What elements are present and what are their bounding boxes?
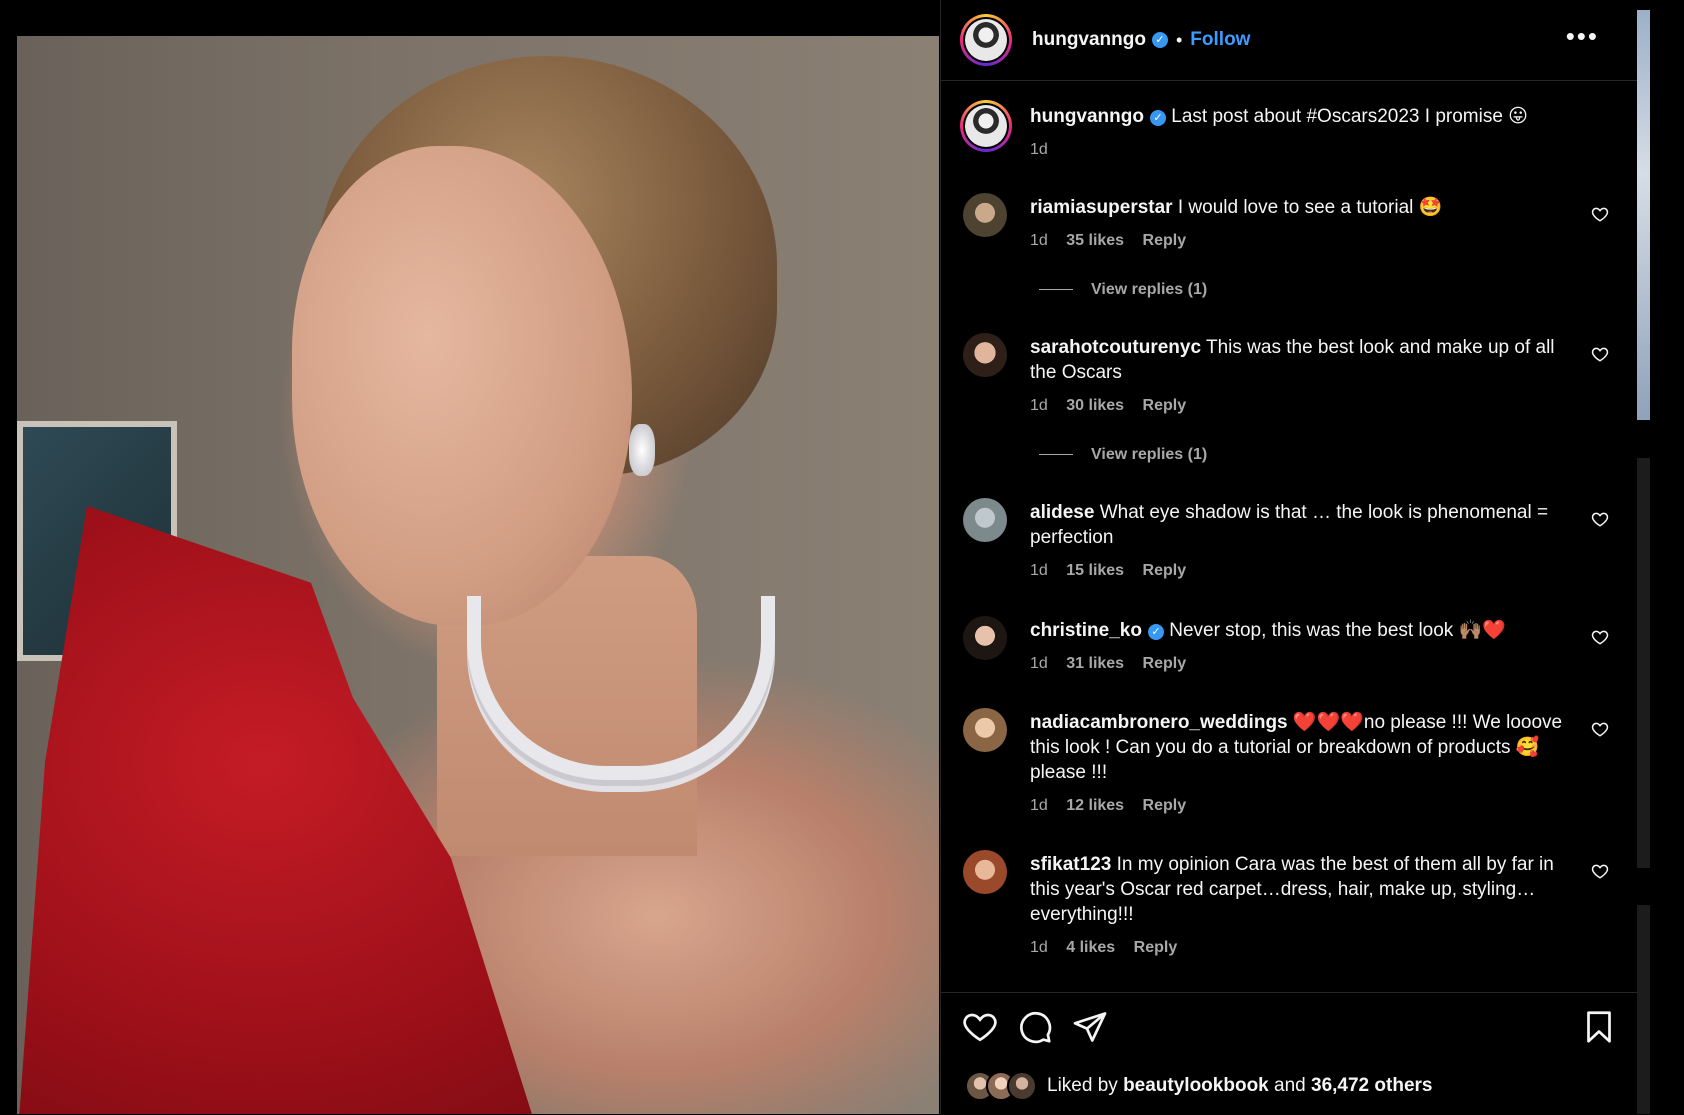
verified-badge-icon: ✓ bbox=[1147, 624, 1164, 640]
reply-button[interactable]: Reply bbox=[1143, 397, 1187, 414]
comment-time: 1d bbox=[1030, 397, 1048, 414]
reply-button[interactable]: Reply bbox=[1143, 655, 1187, 672]
comment-text: I would love to see a tutorial 🤩 bbox=[1177, 197, 1443, 218]
like-comment-icon[interactable] bbox=[1591, 628, 1609, 646]
replies-line bbox=[1039, 289, 1073, 291]
caption-text: Last post about #Oscars2023 I promise 😛 bbox=[1171, 106, 1528, 127]
view-replies-button[interactable]: View replies (1) bbox=[1039, 446, 1207, 464]
like-comment-icon[interactable] bbox=[1591, 345, 1609, 363]
post-header: hungvanngo ✓ • Follow ••• bbox=[941, 0, 1637, 81]
separator-dot: • bbox=[1175, 29, 1183, 50]
commenter-username[interactable]: christine_ko bbox=[1030, 620, 1142, 641]
liked-by-user[interactable]: beautylookbook bbox=[1123, 1075, 1269, 1097]
caption-username[interactable]: hungvanngo bbox=[1030, 106, 1144, 127]
reply-button[interactable]: Reply bbox=[1134, 939, 1178, 956]
author-avatar[interactable] bbox=[960, 14, 1012, 66]
follow-button[interactable]: Follow bbox=[1190, 29, 1250, 51]
caption-avatar[interactable] bbox=[960, 100, 1012, 152]
author-username[interactable]: hungvanngo bbox=[1032, 29, 1146, 51]
commenter-username[interactable]: sfikat123 bbox=[1030, 854, 1111, 875]
view-replies-button[interactable]: View replies (1) bbox=[1039, 281, 1207, 299]
comment-time: 1d bbox=[1030, 939, 1048, 956]
liked-by-count[interactable]: 36,472 others bbox=[1311, 1075, 1432, 1097]
background-strip bbox=[1636, 10, 1650, 420]
like-comment-icon[interactable] bbox=[1591, 205, 1609, 223]
like-comment-icon[interactable] bbox=[1591, 510, 1609, 528]
comment-likes[interactable]: 31 likes bbox=[1066, 655, 1124, 672]
commenter-username[interactable]: riamiasuperstar bbox=[1030, 197, 1173, 218]
comment-time: 1d bbox=[1030, 797, 1048, 814]
verified-badge-icon: ✓ bbox=[1149, 110, 1166, 126]
commenter-avatar[interactable] bbox=[963, 616, 1007, 660]
liked-by-avatars[interactable] bbox=[965, 1071, 1037, 1101]
view-replies-label: View replies (1) bbox=[1091, 446, 1208, 463]
reply-button[interactable]: Reply bbox=[1143, 232, 1187, 249]
like-post-icon[interactable] bbox=[962, 1009, 998, 1045]
more-options-icon[interactable]: ••• bbox=[1566, 23, 1599, 49]
commenter-username[interactable]: sarahotcouturenyc bbox=[1030, 337, 1201, 358]
background-strip bbox=[1636, 905, 1650, 1114]
save-bookmark-icon[interactable] bbox=[1581, 1009, 1617, 1045]
liked-by-and: and bbox=[1274, 1075, 1306, 1096]
commenter-username[interactable]: alidese bbox=[1030, 502, 1094, 523]
commenter-avatar[interactable] bbox=[963, 850, 1007, 894]
comment-likes[interactable]: 30 likes bbox=[1066, 397, 1124, 414]
reply-button[interactable]: Reply bbox=[1143, 562, 1187, 579]
comment-likes[interactable]: 12 likes bbox=[1066, 797, 1124, 814]
view-replies-label: View replies (1) bbox=[1091, 281, 1208, 298]
caption-time: 1d bbox=[1030, 141, 1048, 158]
liked-by-prefix: Liked by bbox=[1047, 1075, 1118, 1096]
post-image[interactable] bbox=[17, 36, 939, 1114]
commenter-avatar[interactable] bbox=[963, 498, 1007, 542]
commenter-avatar[interactable] bbox=[963, 708, 1007, 752]
comment-likes[interactable]: 4 likes bbox=[1066, 939, 1115, 956]
comment-text: What eye shadow is that … the look is ph… bbox=[1030, 502, 1549, 548]
post-sidebar: hungvanngo ✓ • Follow ••• hungvanngo ✓ La… bbox=[940, 0, 1637, 1114]
comment-time: 1d bbox=[1030, 655, 1048, 672]
background-strip bbox=[1636, 458, 1650, 868]
comments-list[interactable]: hungvanngo ✓ Last post about #Oscars2023 … bbox=[941, 80, 1637, 992]
commenter-username[interactable]: nadiacambronero_weddings bbox=[1030, 712, 1288, 733]
like-comment-icon[interactable] bbox=[1591, 720, 1609, 738]
comment-likes[interactable]: 35 likes bbox=[1066, 232, 1124, 249]
image-earring bbox=[629, 424, 655, 476]
comment-time: 1d bbox=[1030, 232, 1048, 249]
commenter-avatar[interactable] bbox=[963, 193, 1007, 237]
like-comment-icon[interactable] bbox=[1591, 862, 1609, 880]
comment-time: 1d bbox=[1030, 562, 1048, 579]
liked-by-summary: Liked by beautylookbook and 36,472 other… bbox=[965, 1071, 1432, 1101]
comment-likes[interactable]: 15 likes bbox=[1066, 562, 1124, 579]
action-bar: Liked by beautylookbook and 36,472 other… bbox=[941, 992, 1637, 1115]
verified-badge-icon: ✓ bbox=[1151, 32, 1168, 48]
replies-line bbox=[1039, 454, 1073, 456]
comment-text: Never stop, this was the best look 🙌🏽❤️ bbox=[1169, 620, 1506, 641]
commenter-avatar[interactable] bbox=[963, 333, 1007, 377]
reply-button[interactable]: Reply bbox=[1143, 797, 1187, 814]
share-icon[interactable] bbox=[1072, 1009, 1108, 1045]
comment-icon[interactable] bbox=[1017, 1009, 1053, 1045]
